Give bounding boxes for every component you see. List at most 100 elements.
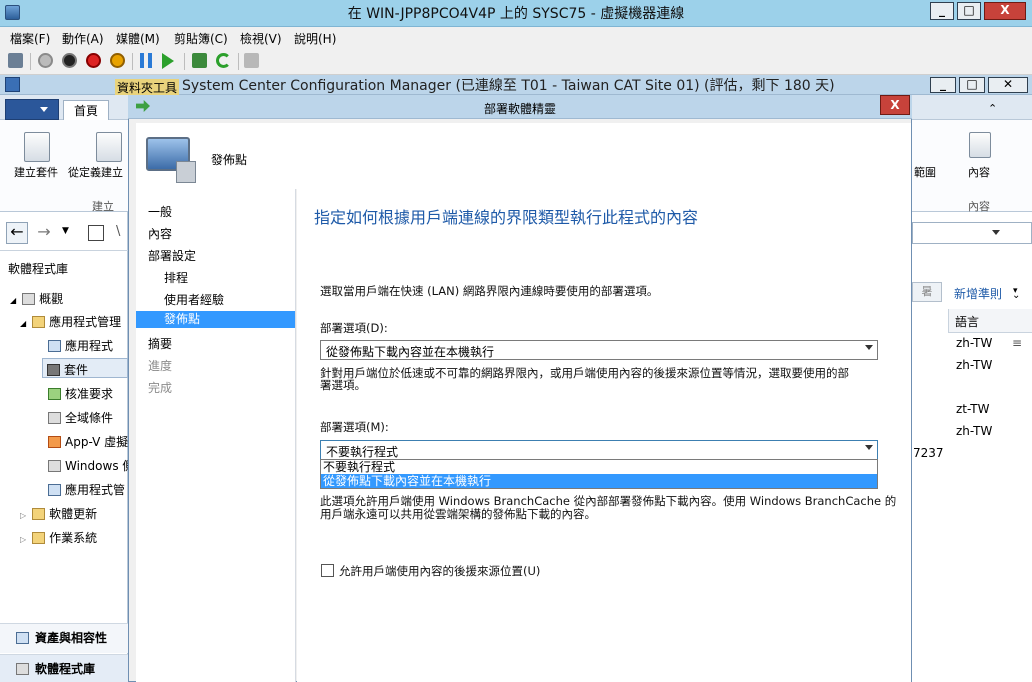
appv-icon [48,436,61,448]
menu-clipboard[interactable]: 剪貼簿(C) [174,30,228,47]
workspace-software-library[interactable]: 軟體程式庫 [0,654,128,682]
history-dropdown-icon[interactable]: ▼ [62,226,69,236]
step-deployment-settings[interactable]: 部署設定 [148,247,196,264]
shutdown-icon[interactable] [86,53,101,68]
step-distribution-points[interactable]: 發佈點 [136,311,295,328]
assets-icon [16,632,29,644]
create-package-icon[interactable] [24,132,50,162]
step-scheduling[interactable]: 排程 [164,269,188,286]
start-icon[interactable] [38,53,53,68]
create-from-definition-icon[interactable] [96,132,122,162]
content-icon[interactable] [969,132,991,158]
wizard-content [297,189,911,682]
tab-home[interactable]: 首頁 [63,100,109,121]
expand-icon[interactable]: ◢ [20,319,26,328]
tree-app-mgmt[interactable]: ◢ 應用程式管理 [20,313,121,330]
workspace-assets[interactable]: 資產與相容性 [0,623,128,653]
wizard-title-bar: 部署軟體精靈 [128,95,912,119]
tree-operating-systems[interactable]: ▷ 作業系統 [20,529,97,546]
step-content[interactable]: 內容 [148,225,172,242]
applications-icon [48,340,61,352]
tree-appv[interactable]: App-V 虛擬 [48,433,128,450]
add-criteria-link[interactable]: 新增準則 [954,285,1002,302]
tree-overview[interactable]: ◢ 概觀 [10,290,63,307]
menu-action[interactable]: 動作(A) [62,30,104,47]
ctrl-alt-del-icon[interactable] [8,53,23,68]
address-separator: \ [116,224,121,239]
content-button[interactable]: 內容 [968,164,990,180]
enhanced-session-icon[interactable] [244,53,259,68]
create-from-definition-button[interactable]: 從定義建立 [68,164,123,180]
column-header-language[interactable]: 語言 [948,309,1032,333]
close-button[interactable]: X [984,2,1026,20]
revert-icon[interactable] [216,53,231,68]
expand-icon[interactable]: ◢ [10,296,16,305]
tree-approval-requests[interactable]: 核准要求 [48,385,113,402]
sccm-minimize-button[interactable]: _ [930,77,956,93]
step-user-experience[interactable]: 使用者經驗 [164,291,224,308]
wizard-close-button[interactable]: X [880,95,910,115]
vm-title-bar: 在 WIN-JPP8PCO4V4P 上的 SYSC75 - 虛擬機器連線 _ □… [0,0,1032,27]
deployment-option-dropdown: 不要執行程式 從發佈點下載內容並在本機執行 [320,459,878,489]
slow-network-description-line1: 針對用戶端位於低速或不可靠的網路界限內，或用戶端使用內容的後援來源位置等情況，選… [320,366,849,380]
deployment-option-fast-select[interactable]: 從發佈點下載內容並在本機執行 [320,340,878,360]
fallback-source-label[interactable]: 允許用戶端使用內容的後援來源位置(U) [339,563,540,579]
vm-toolbar [0,47,1032,75]
deployment-option-slow-select[interactable]: 不要執行程式 [320,440,878,460]
scope-button[interactable]: 範圍 [914,164,936,180]
wizard-title: 部署軟體精靈 [483,102,556,116]
search-button[interactable]: 暑 [912,282,942,302]
dropdown-option-do-not-run[interactable]: 不要執行程式 [321,460,877,474]
menu-file[interactable]: 檔案(F) [10,30,50,47]
menu-media[interactable]: 媒體(M) [116,30,160,47]
table-cell-language: zh-TW [956,336,993,350]
chevron-down-icon[interactable] [992,230,1000,235]
option-d-label: 部署選項(D): [320,321,388,335]
create-package-button[interactable]: 建立套件 [14,164,58,180]
minimize-button[interactable]: _ [930,2,954,20]
ribbon-collapse-icon[interactable]: ⌃ [988,102,997,115]
turn-off-icon[interactable] [62,53,77,68]
sccm-window-title: System Center Configuration Manager (已連線… [182,78,835,94]
step-general[interactable]: 一般 [148,203,172,220]
back-arrow-icon[interactable]: ← [6,222,28,244]
scroll-grip-icon[interactable]: ≡ [1012,336,1022,350]
chevron-down-icon[interactable]: ⌄ [1012,290,1020,301]
sccm-close-button[interactable]: ✕ [988,77,1028,93]
vm-window-title: 在 WIN-JPP8PCO4V4P 上的 SYSC75 - 虛擬機器連線 [347,6,685,22]
deployment-option-slow-value: 不要執行程式 [326,445,399,459]
collapse-icon[interactable]: ▷ [20,535,26,544]
forward-arrow-icon[interactable]: → [33,222,55,244]
maximize-button[interactable]: □ [957,2,981,20]
address-bar[interactable] [912,222,1032,244]
tree-packages[interactable]: 套件 [42,358,128,378]
sccm-app-icon [5,77,20,92]
chevron-down-icon [865,445,873,450]
checkpoint-icon[interactable] [192,53,207,68]
tree-software-updates[interactable]: ▷ 軟體更新 [20,505,97,522]
deployment-option-fast-value: 從發佈點下載內容並在本機執行 [326,345,495,359]
library-icon [16,663,29,675]
folder-tools-tab[interactable]: 資料夾工具 [115,79,180,96]
tree-applications[interactable]: 應用程式 [48,337,113,354]
pause-icon[interactable] [140,53,152,68]
menu-view[interactable]: 檢視(V) [240,30,282,47]
resume-icon[interactable] [162,53,174,69]
save-state-icon[interactable] [110,53,125,68]
file-menu-tab[interactable] [5,99,59,120]
nav-title: 軟體程式庫 [8,262,69,276]
tree-windows-sideload[interactable]: Windows 側 [48,457,134,474]
wizard-page-header: 發佈點 [211,153,248,167]
folder-icon [32,316,46,328]
table-cell-language: zh-TW [956,358,993,372]
fallback-source-checkbox[interactable] [321,564,334,577]
chevron-down-icon [865,345,873,350]
step-summary[interactable]: 摘要 [148,335,172,352]
tree-app-mgmt-policies[interactable]: 應用程式管 [48,481,125,498]
tree-global-conditions[interactable]: 全域條件 [48,409,113,426]
collapse-icon[interactable]: ▷ [20,511,26,520]
dropdown-option-download-run-local[interactable]: 從發佈點下載內容並在本機執行 [321,474,877,488]
sccm-restore-button[interactable]: □ [959,77,985,93]
wizard-header: 發佈點 [136,123,911,189]
menu-help[interactable]: 說明(H) [294,30,336,47]
